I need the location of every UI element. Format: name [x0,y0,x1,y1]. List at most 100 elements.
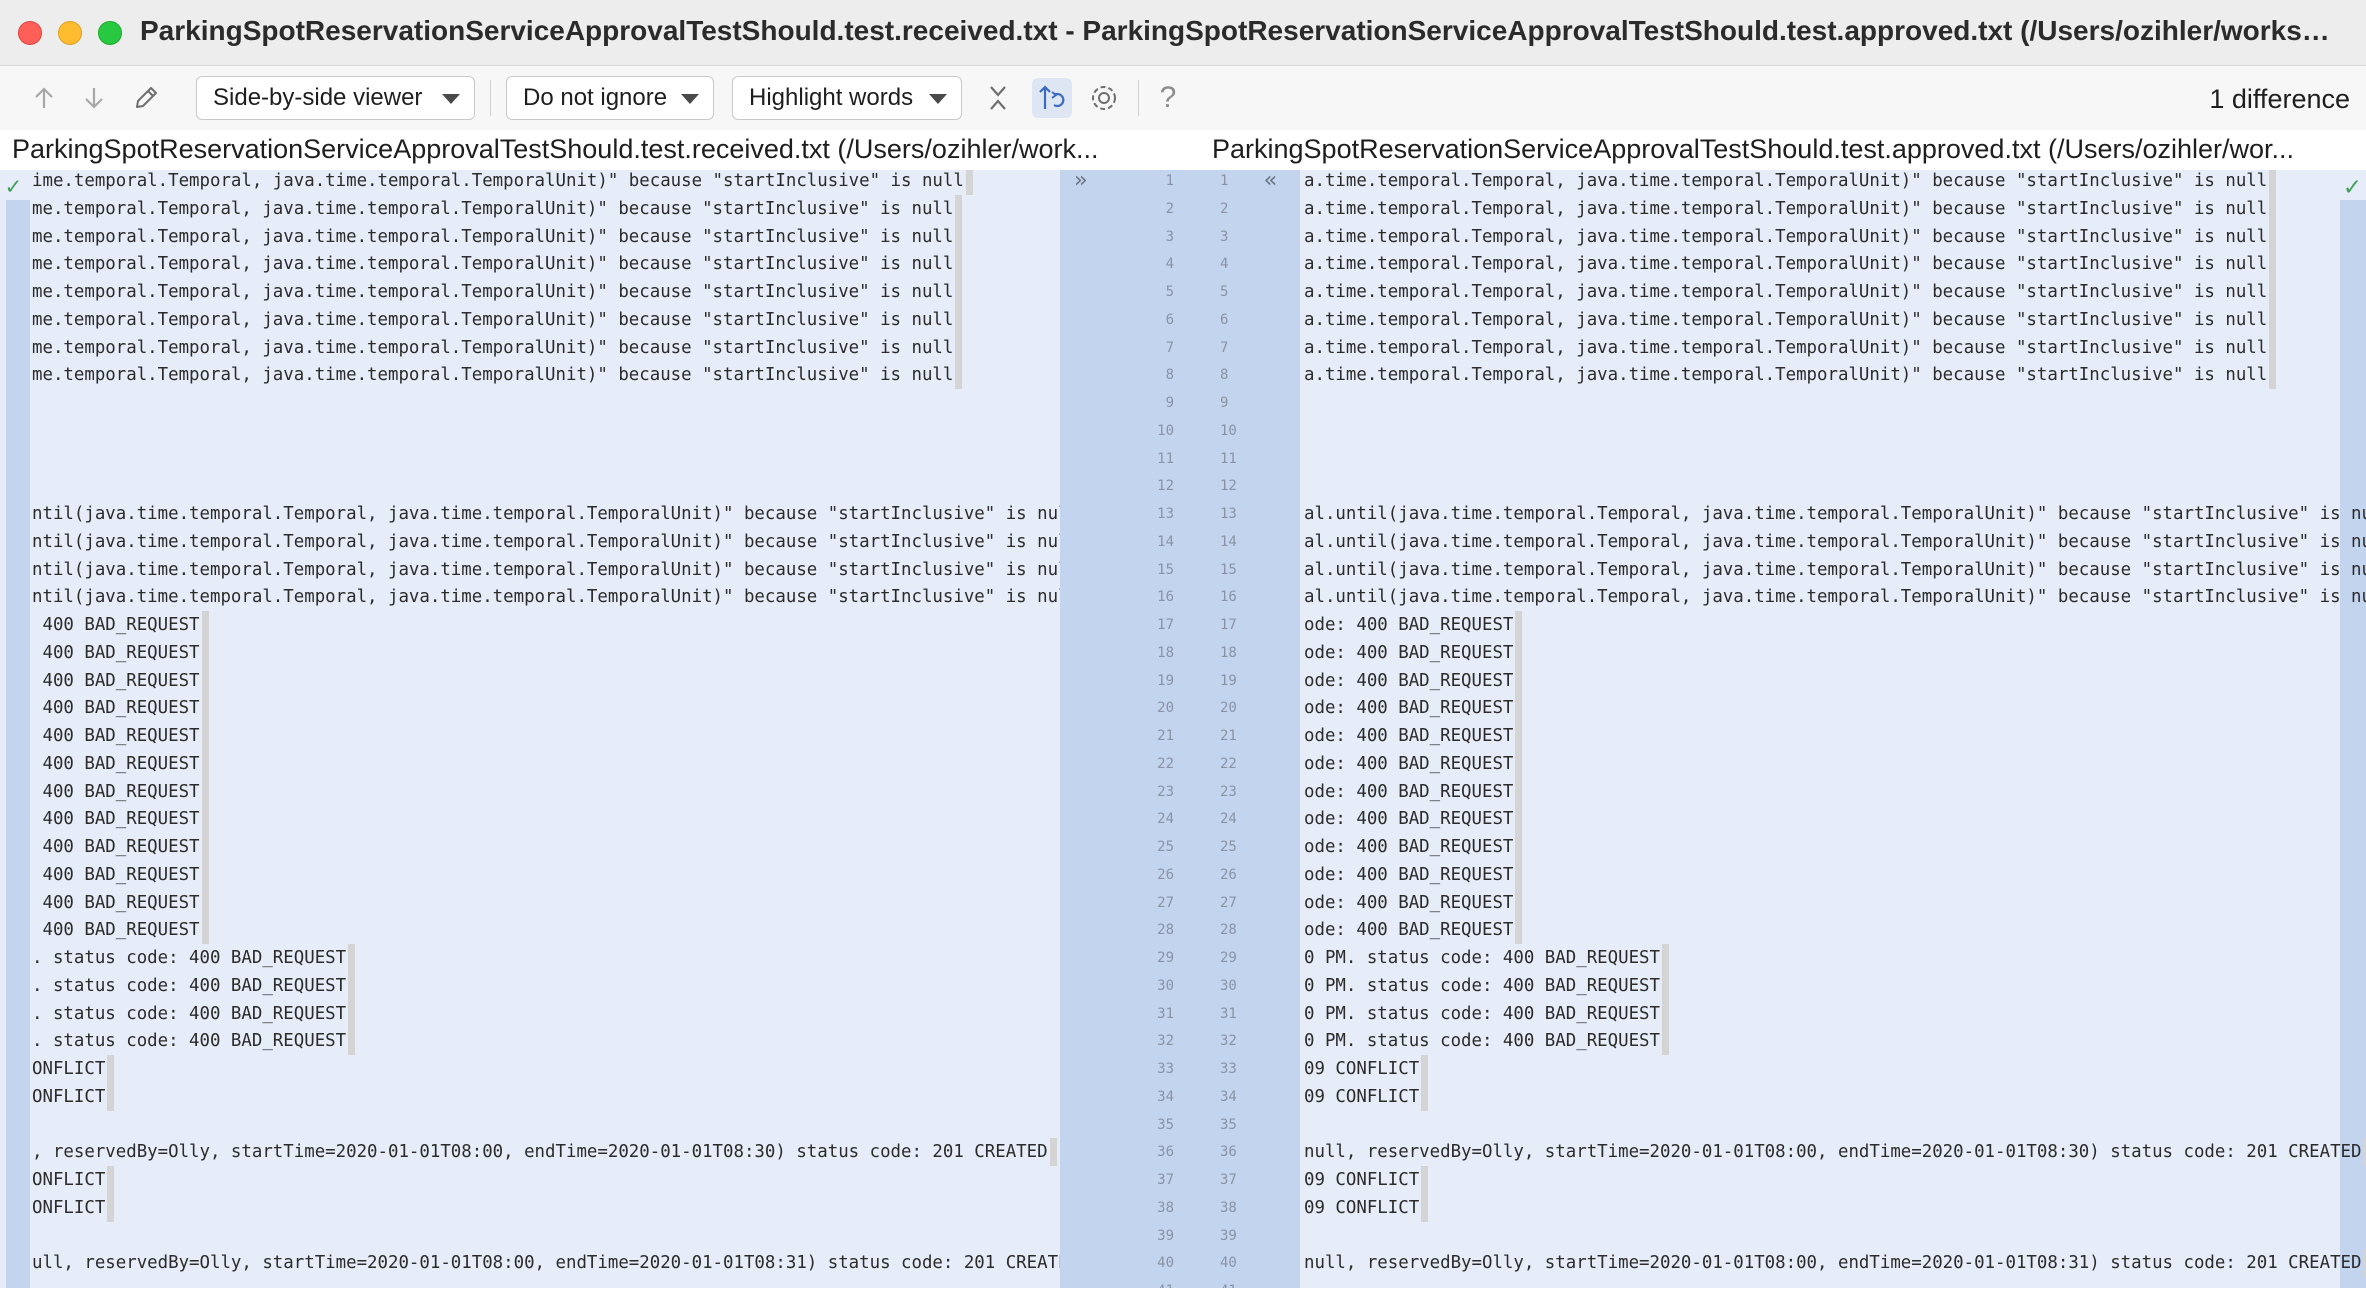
gutter-line-number-row: 14 14 [1060,528,1300,556]
highlight-mode-label: Highlight words [749,84,914,111]
code-line: 400 BAD_REQUEST [32,611,209,639]
check-icon: ✓ [6,172,21,200]
arrow-up-icon[interactable] [24,78,64,118]
code-line: me.temporal.Temporal, java.time.temporal… [32,278,963,306]
right-line-number: 25 [1220,839,1237,855]
code-line-text: 400 BAD_REQUEST [32,916,209,945]
gutter-line-number-row: 28 28 [1060,916,1300,944]
right-line-number: 11 [1220,450,1237,467]
bottom-edge [0,1288,2366,1310]
gutter-line-number-row: 22 [1060,195,1300,223]
right-line-number: 34 [1220,1088,1237,1105]
left-line-number: 6 [1165,311,1174,328]
right-file-header: ParkingSpotReservationServiceApprovalTes… [1212,134,2295,164]
code-line-text: me.temporal.Temporal, java.time.temporal… [32,278,963,306]
code-line-text: a.time.temporal.Temporal, java.time.temp… [1304,222,2277,251]
gutter-line-number-row: 99 [1060,389,1300,417]
left-line-number: 39 [1157,1227,1174,1244]
right-line-number: 18 [1220,644,1237,661]
minimize-window-button[interactable] [58,21,82,45]
code-line-text: , reservedBy=Olly, startTime=2020-01-01T… [32,1138,1057,1167]
right-line-number: 37 [1220,1172,1237,1188]
gutter-line-number-row: 11 11 [1060,445,1300,473]
code-line-text: ntil(java.time.temporal.Temporal, java.t… [32,500,1060,528]
accept-left-icon[interactable]: » [1074,167,1087,195]
gutter-line-number-row: 44 [1060,250,1300,278]
collapse-icon[interactable] [978,78,1018,118]
right-line-number: 13 [1220,506,1237,522]
left-line-number: 20 [1157,700,1174,717]
maximize-window-button[interactable] [98,21,122,45]
code-line: me.temporal.Temporal, java.time.temporal… [32,361,963,390]
code-line: a.time.temporal.Temporal, java.time.temp… [1304,170,2277,195]
right-line-number: 40 [1220,1255,1237,1272]
left-editor-pane[interactable]: ✓ ime.temporal.Temporal, java.time.tempo… [0,170,1060,1310]
code-line: 400 BAD_REQUEST [32,805,209,834]
ignore-mode-label: Do not ignore [523,84,668,111]
code-line-text: ode: 400 BAD_REQUEST [1304,860,1523,889]
toolbar-separator [1138,80,1139,116]
gutter-line-number-row: 15 15 [1060,556,1300,584]
code-line: a.time.temporal.Temporal, java.time.temp… [1304,194,2277,223]
gear-icon[interactable] [1084,78,1124,118]
code-line-text: 0 PM. status code: 400 BAD_REQUEST [1304,999,1669,1028]
code-line-text: 09 CONFLICT [1304,1082,1429,1111]
code-line: ode: 400 BAD_REQUEST [1304,777,1523,806]
left-line-number: 34 [1157,1088,1174,1105]
right-line-number: 19 [1220,672,1237,689]
diff-toolbar: Side-by-side viewer Do not ignore Highli… [0,66,2366,130]
code-line: ull, reservedBy=Olly, startTime=2020-01-… [32,1249,1060,1277]
chevron-down-icon [681,94,699,104]
code-line-text: me.temporal.Temporal, java.time.temporal… [32,250,963,279]
code-line: 400 BAD_REQUEST [32,722,209,750]
code-line-text: me.temporal.Temporal, java.time.temporal… [32,333,963,362]
help-icon[interactable]: ? [1148,78,1188,118]
left-line-number: 1 [1165,173,1174,189]
left-line-number: 37 [1157,1172,1174,1188]
code-line: ode: 400 BAD_REQUEST [1304,916,1523,945]
code-line-text: . status code: 400 BAD_REQUEST [32,1027,356,1056]
ignore-mode-dropdown[interactable]: Do not ignore [506,76,714,120]
code-line-text: ode: 400 BAD_REQUEST [1304,638,1523,667]
left-line-number: 17 [1157,617,1174,633]
pencil-icon[interactable] [126,78,166,118]
gutter-line-number-row: 31 31 [1060,1000,1300,1028]
code-line-text: ode: 400 BAD_REQUEST [1304,749,1523,778]
code-line: . status code: 400 BAD_REQUEST [32,971,356,1000]
code-line-text: 0 PM. status code: 400 BAD_REQUEST [1304,971,1669,1000]
code-line-text: 09 CONFLICT [1304,1193,1429,1222]
left-line-number: 8 [1165,367,1174,384]
gutter-line-number-row: 13 13 [1060,500,1300,528]
code-line-text: a.time.temporal.Temporal, java.time.temp… [1304,361,2277,390]
left-line-number: 16 [1157,589,1174,606]
arrow-down-icon[interactable] [74,78,114,118]
left-line-number: 26 [1157,866,1174,883]
right-line-number: 38 [1220,1199,1237,1216]
right-editor-pane[interactable]: ✓ a.time.temporal.Temporal, java.time.te… [1300,170,2366,1310]
gutter-line-number-row: 12 12 [1060,472,1300,500]
code-line-text: al.until(java.time.temporal.Temporal, ja… [1304,500,2366,528]
code-line-text: a.time.temporal.Temporal, java.time.temp… [1304,278,2277,306]
code-line-text: 0 PM. status code: 400 BAD_REQUEST [1304,944,1669,972]
code-line: 400 BAD_REQUEST [32,777,209,806]
right-line-number: 28 [1220,922,1237,939]
viewer-mode-dropdown[interactable]: Side-by-side viewer [196,76,475,120]
code-line: al.until(java.time.temporal.Temporal, ja… [1304,500,2366,528]
code-line-text: ode: 400 BAD_REQUEST [1304,694,1523,723]
code-line: 09 CONFLICT [1304,1193,1429,1222]
highlight-mode-dropdown[interactable]: Highlight words [732,76,962,120]
code-line: ode: 400 BAD_REQUEST [1304,638,1523,667]
code-line-text: me.temporal.Temporal, java.time.temporal… [32,305,963,334]
right-line-number: 20 [1220,700,1237,717]
right-line-number: 26 [1220,866,1237,883]
left-line-number: 31 [1157,1005,1174,1022]
code-line: me.temporal.Temporal, java.time.temporal… [32,305,963,334]
right-line-number: 17 [1220,617,1237,633]
code-line: 400 BAD_REQUEST [32,888,209,917]
accept-right-icon[interactable]: « [1264,167,1277,195]
code-line-text: 400 BAD_REQUEST [32,888,209,917]
close-window-button[interactable] [18,21,42,45]
sync-scroll-icon[interactable] [1032,78,1072,118]
left-line-number: 28 [1157,922,1174,939]
gutter-line-number-row: 34 34 [1060,1083,1300,1111]
